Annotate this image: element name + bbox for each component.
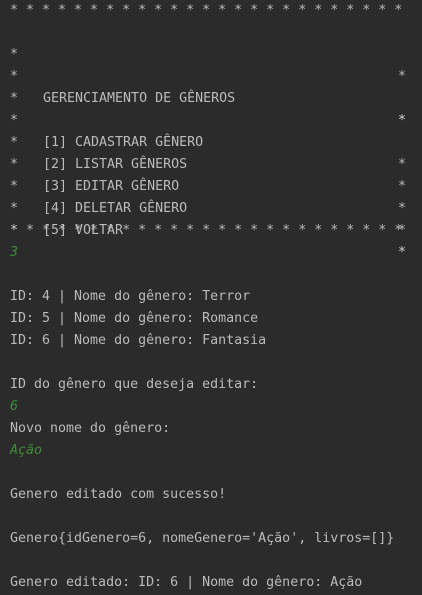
menu-border-empty-2: * * xyxy=(10,66,406,128)
menu-border-empty-1: * * xyxy=(10,22,406,84)
genre-list-item: ID: 6 | Nome do gênero: Fantasia xyxy=(10,333,267,348)
genre-list-item: ID: 4 | Nome do gênero: Terror xyxy=(10,289,251,304)
menu-option-row: * [1] CADASTRAR GÊNERO * xyxy=(10,88,406,172)
object-dump: Genero{idGenero=6, nomeGenero='Ação', li… xyxy=(10,531,395,546)
menu-border-top: * * * * * * * * * * * * * * * * * * * * … xyxy=(10,3,403,18)
console-output[interactable]: * * * * * * * * * * * * * * * * * * * * … xyxy=(0,0,422,595)
user-input-menu-choice: 3 xyxy=(10,245,19,260)
menu-border-empty-3: * * xyxy=(10,198,406,260)
menu-option-row: * [5] VOLTAR * xyxy=(10,176,406,260)
success-message: Genero editado com sucesso! xyxy=(10,487,227,502)
prompt-genre-name: Novo nome do gênero: xyxy=(10,421,171,436)
user-input-genre-id: 6 xyxy=(10,399,19,414)
menu-option-row: * [2] LISTAR GÊNEROS * xyxy=(10,110,406,194)
menu-border-bottom: * * * * * * * * * * * * * * * * * * * * … xyxy=(10,223,403,238)
prompt-genre-id: ID do gênero que deseja editar: xyxy=(10,377,259,392)
menu-option-row: * [3] EDITAR GÊNERO * xyxy=(10,132,406,216)
menu-title-row: * GERENCIAMENTO DE GÊNEROS * xyxy=(10,44,406,128)
user-input-genre-name: Ação xyxy=(10,443,43,458)
final-message: Genero editado: ID: 6 | Nome do gênero: … xyxy=(10,575,363,590)
genre-list-item: ID: 5 | Nome do gênero: Romance xyxy=(10,311,259,326)
menu-option-row: * [4] DELETAR GÊNERO * xyxy=(10,154,406,238)
menu-border-right: * xyxy=(397,245,406,260)
